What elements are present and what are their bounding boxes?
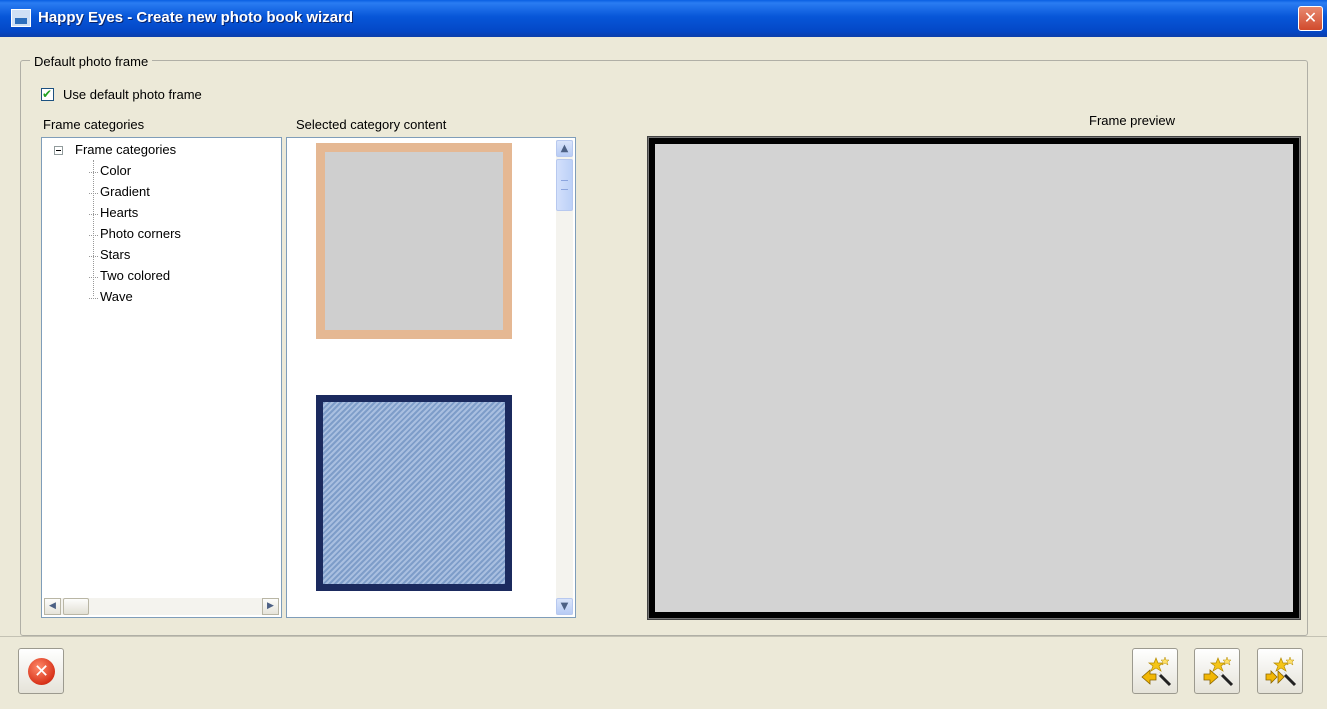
bottom-separator (0, 636, 1327, 637)
horizontal-scroll-thumb[interactable] (63, 598, 89, 615)
wand-arrow-left-icon (1141, 656, 1172, 687)
frame-thumbnail-navy-pattern[interactable] (316, 395, 512, 591)
frame-preview (648, 137, 1300, 619)
tree-item-two-colored[interactable]: Two colored (88, 268, 170, 283)
window-title: Happy Eyes - Create new photo book wizar… (38, 9, 354, 26)
tree-item-color[interactable]: Color (88, 163, 131, 178)
cancel-icon: ✕ (28, 658, 55, 685)
close-icon: ✕ (1303, 8, 1318, 27)
finish-button[interactable] (1257, 648, 1303, 694)
tree-root-label[interactable]: Frame categories (75, 142, 176, 157)
collapse-icon[interactable] (54, 146, 63, 155)
group-legend: Default photo frame (30, 54, 153, 69)
title-bar: Happy Eyes - Create new photo book wizar… (0, 0, 1327, 37)
content-vertical-scrollbar[interactable]: ▲ ▼ (556, 140, 573, 615)
vertical-scroll-thumb[interactable] (556, 159, 573, 211)
back-button[interactable] (1132, 648, 1178, 694)
scroll-left-icon[interactable]: ◀ (44, 598, 61, 615)
checkmark-icon: ✔ (42, 87, 53, 101)
scroll-right-icon[interactable]: ▶ (262, 598, 279, 615)
selected-content-label: Selected category content (296, 117, 447, 132)
wand-double-arrow-icon (1265, 656, 1297, 687)
tree-item-wave[interactable]: Wave (89, 289, 133, 304)
tree-item-gradient[interactable]: Gradient (89, 184, 150, 199)
tree-connector (93, 160, 95, 296)
frame-thumbnail-beige[interactable] (316, 143, 512, 339)
frame-categories-tree[interactable]: Frame categories Color Gradient Hearts P… (41, 137, 282, 618)
frame-categories-label: Frame categories (43, 117, 145, 132)
cancel-button[interactable]: ✕ (18, 648, 64, 694)
use-default-frame-label[interactable]: Use default photo frame (63, 87, 202, 102)
scroll-down-icon[interactable]: ▼ (556, 598, 573, 615)
next-button[interactable] (1194, 648, 1240, 694)
scroll-up-icon[interactable]: ▲ (556, 140, 573, 157)
app-icon (11, 9, 31, 27)
tree-item-hearts[interactable]: Hearts (88, 205, 138, 220)
use-default-frame-checkbox[interactable]: ✔ (41, 87, 54, 101)
category-content-list[interactable]: ▲ ▼ (286, 137, 576, 618)
tree-item-photo-corners[interactable]: Photo corners (89, 226, 181, 241)
tree-item-stars[interactable]: Stars (88, 247, 130, 262)
close-button[interactable]: ✕ (1298, 6, 1323, 31)
tree-horizontal-scrollbar[interactable]: ◀ ▶ (44, 598, 279, 615)
wand-arrow-right-icon (1203, 656, 1234, 687)
frame-preview-label: Frame preview (1089, 113, 1175, 128)
